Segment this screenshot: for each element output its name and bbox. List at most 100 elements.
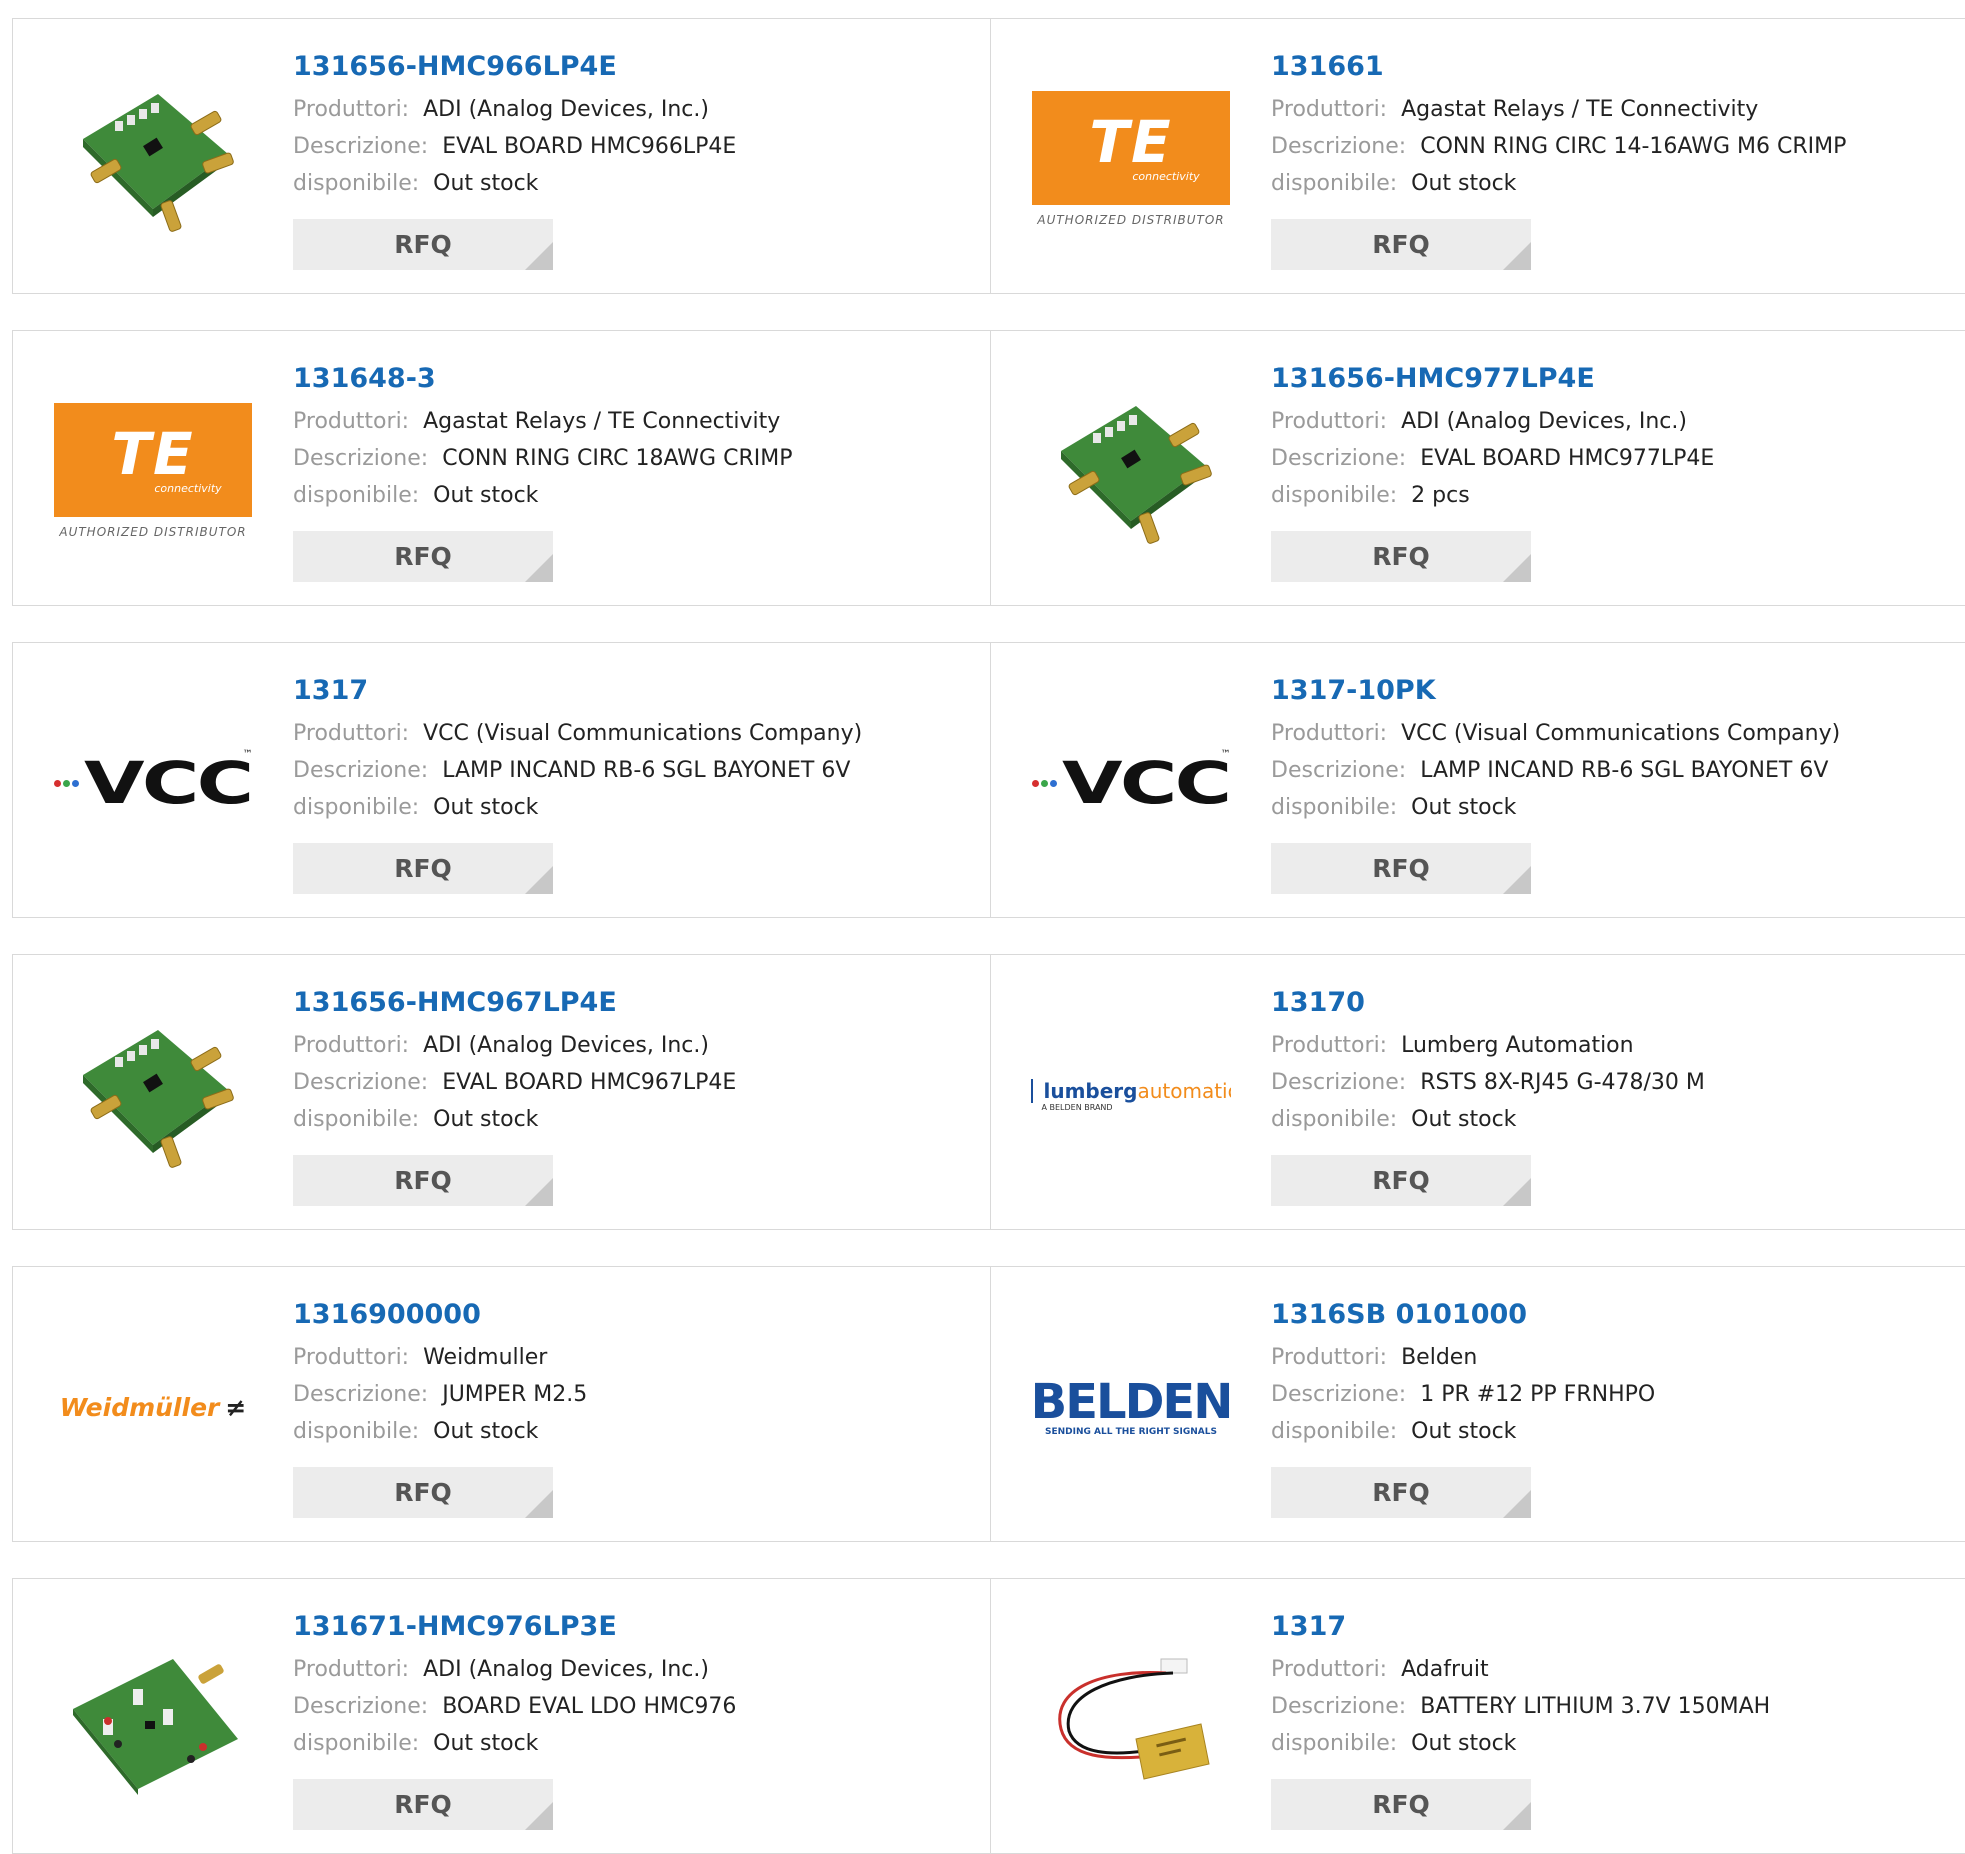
product-image[interactable] [53, 995, 253, 1195]
rfq-label: RFQ [394, 1790, 452, 1819]
availability-value: Out stock [433, 483, 539, 508]
rfq-button[interactable]: RFQ [1271, 843, 1531, 894]
product-image[interactable] [1031, 1619, 1231, 1819]
product-image[interactable]: Weidmüller ≠ [53, 1307, 253, 1507]
manufacturer-value: Agastat Relays / TE Connectivity [1401, 97, 1759, 122]
part-number-link[interactable]: 1317-10PK [1271, 671, 1840, 711]
product-photo-icon [1058, 1658, 1210, 1780]
part-number-link[interactable]: 13170 [1271, 983, 1705, 1023]
corner-triangle-icon [1503, 1490, 1531, 1518]
rfq-label: RFQ [394, 230, 452, 259]
rfq-button[interactable]: RFQ [1271, 1467, 1531, 1518]
description-label: Descrizione: [293, 758, 429, 783]
corner-triangle-icon [1503, 242, 1531, 270]
part-number-link[interactable]: 131661 [1271, 47, 1846, 87]
description-row: Descrizione: JUMPER M2.5 [293, 1376, 587, 1413]
part-number-link[interactable]: 131671-HMC976LP3E [293, 1607, 736, 1647]
availability-value: Out stock [1411, 171, 1517, 196]
product-image[interactable]: TE connectivity AUTHORIZED DISTRIBUTOR [1031, 59, 1231, 259]
availability-row: disponibile: 2 pcs [1271, 477, 1714, 514]
description-label: Descrizione: [1271, 1070, 1407, 1095]
description-row: Descrizione: LAMP INCAND RB-6 SGL BAYONET… [293, 752, 862, 789]
part-number-link[interactable]: 131656-HMC967LP4E [293, 983, 736, 1023]
product-image[interactable]: TE connectivity AUTHORIZED DISTRIBUTOR [53, 371, 253, 571]
rfq-button[interactable]: RFQ [293, 219, 553, 270]
manufacturer-value: ADI (Analog Devices, Inc.) [423, 1657, 709, 1682]
description-row: Descrizione: CONN RING CIRC 18AWG CRIMP [293, 440, 792, 477]
rfq-label: RFQ [1372, 1166, 1430, 1195]
product-card: lalumbergautomation A BELDEN BRAND 13170… [990, 954, 1965, 1230]
rfq-button[interactable]: RFQ [1271, 1779, 1531, 1830]
manufacturer-row: Produttori: Lumberg Automation [1271, 1027, 1705, 1064]
rfq-button[interactable]: RFQ [293, 1467, 553, 1518]
product-card: Weidmüller ≠ 1316900000 Produttori: Weidmu… [12, 1266, 991, 1542]
product-info: 131656-HMC966LP4E Produttori: ADI (Analog… [293, 47, 736, 202]
description-value: 1 PR #12 PP FRNHPO [1420, 1382, 1656, 1407]
availability-row: disponibile: Out stock [293, 477, 792, 514]
rfq-button[interactable]: RFQ [293, 843, 553, 894]
product-image[interactable] [53, 59, 253, 259]
part-number-link[interactable]: 1317 [1271, 1607, 1770, 1647]
rfq-button[interactable]: RFQ [1271, 531, 1531, 582]
product-card: BELDEN SENDING ALL THE RIGHT SIGNALS 1316… [990, 1266, 1965, 1542]
corner-triangle-icon [1503, 866, 1531, 894]
availability-label: disponibile: [1271, 1107, 1398, 1132]
rfq-button[interactable]: RFQ [293, 531, 553, 582]
weidmuller-logo: Weidmüller ≠ [59, 1392, 247, 1422]
availability-value: Out stock [433, 171, 539, 196]
product-info: 131656-HMC977LP4E Produttori: ADI (Analog… [1271, 359, 1714, 514]
availability-value: Out stock [433, 1419, 539, 1444]
description-row: Descrizione: CONN RING CIRC 14-16AWG M6 C… [1271, 128, 1846, 165]
part-number-link[interactable]: 131648-3 [293, 359, 792, 399]
product-image[interactable]: VCC ™ [53, 683, 253, 883]
product-image[interactable] [53, 1619, 253, 1819]
availability-row: disponibile: Out stock [293, 1725, 736, 1762]
description-label: Descrizione: [293, 1070, 429, 1095]
product-card: 131656-HMC977LP4E Produttori: ADI (Analog… [990, 330, 1965, 606]
rfq-label: RFQ [1372, 1478, 1430, 1507]
availability-label: disponibile: [293, 171, 420, 196]
corner-triangle-icon [525, 1490, 553, 1518]
part-number-link[interactable]: 1316900000 [293, 1295, 587, 1335]
description-row: Descrizione: EVAL BOARD HMC966LP4E [293, 128, 736, 165]
manufacturer-label: Produttori: [293, 409, 410, 434]
product-card: VCC ™ 1317-10PK Produttori: VCC (Visual Co… [990, 642, 1965, 918]
product-card: 131656-HMC966LP4E Produttori: ADI (Analog… [12, 18, 991, 294]
part-number-link[interactable]: 131656-HMC966LP4E [293, 47, 736, 87]
manufacturer-value: ADI (Analog Devices, Inc.) [1401, 409, 1687, 434]
description-row: Descrizione: LAMP INCAND RB-6 SGL BAYONET… [1271, 752, 1840, 789]
product-image[interactable]: BELDEN SENDING ALL THE RIGHT SIGNALS [1031, 1307, 1231, 1507]
manufacturer-row: Produttori: ADI (Analog Devices, Inc.) [293, 1027, 736, 1064]
manufacturer-row: Produttori: Agastat Relays / TE Connectiv… [1271, 91, 1846, 128]
product-card: VCC ™ 1317 Produttori: VCC (Visual Communi… [12, 642, 991, 918]
manufacturer-label: Produttori: [1271, 721, 1388, 746]
rfq-button[interactable]: RFQ [1271, 219, 1531, 270]
product-image[interactable]: VCC ™ [1031, 683, 1231, 883]
description-value: EVAL BOARD HMC967LP4E [442, 1070, 737, 1095]
manufacturer-label: Produttori: [1271, 1345, 1388, 1370]
part-number-link[interactable]: 1316SB 0101000 [1271, 1295, 1655, 1335]
description-label: Descrizione: [293, 134, 429, 159]
rfq-button[interactable]: RFQ [293, 1155, 553, 1206]
availability-label: disponibile: [1271, 795, 1398, 820]
description-value: LAMP INCAND RB-6 SGL BAYONET 6V [1420, 758, 1829, 783]
rfq-button[interactable]: RFQ [293, 1779, 553, 1830]
product-photo-icon [83, 1030, 234, 1168]
availability-label: disponibile: [1271, 171, 1398, 196]
manufacturer-row: Produttori: Agastat Relays / TE Connectiv… [293, 403, 792, 440]
product-info: 13170 Produttori: Lumberg Automation Desc… [1271, 983, 1705, 1138]
availability-value: Out stock [433, 795, 539, 820]
manufacturer-value: Lumberg Automation [1401, 1033, 1634, 1058]
product-image[interactable]: lalumbergautomation A BELDEN BRAND [1031, 995, 1231, 1195]
availability-value: Out stock [1411, 1731, 1517, 1756]
manufacturer-label: Produttori: [1271, 409, 1388, 434]
manufacturer-label: Produttori: [1271, 1657, 1388, 1682]
rfq-button[interactable]: RFQ [1271, 1155, 1531, 1206]
part-number-link[interactable]: 1317 [293, 671, 862, 711]
part-number-link[interactable]: 131656-HMC977LP4E [1271, 359, 1714, 399]
product-image[interactable] [1031, 371, 1231, 571]
manufacturer-label: Produttori: [293, 1345, 410, 1370]
availability-label: disponibile: [1271, 1419, 1398, 1444]
manufacturer-value: VCC (Visual Communications Company) [423, 721, 863, 746]
manufacturer-value: Agastat Relays / TE Connectivity [423, 409, 781, 434]
